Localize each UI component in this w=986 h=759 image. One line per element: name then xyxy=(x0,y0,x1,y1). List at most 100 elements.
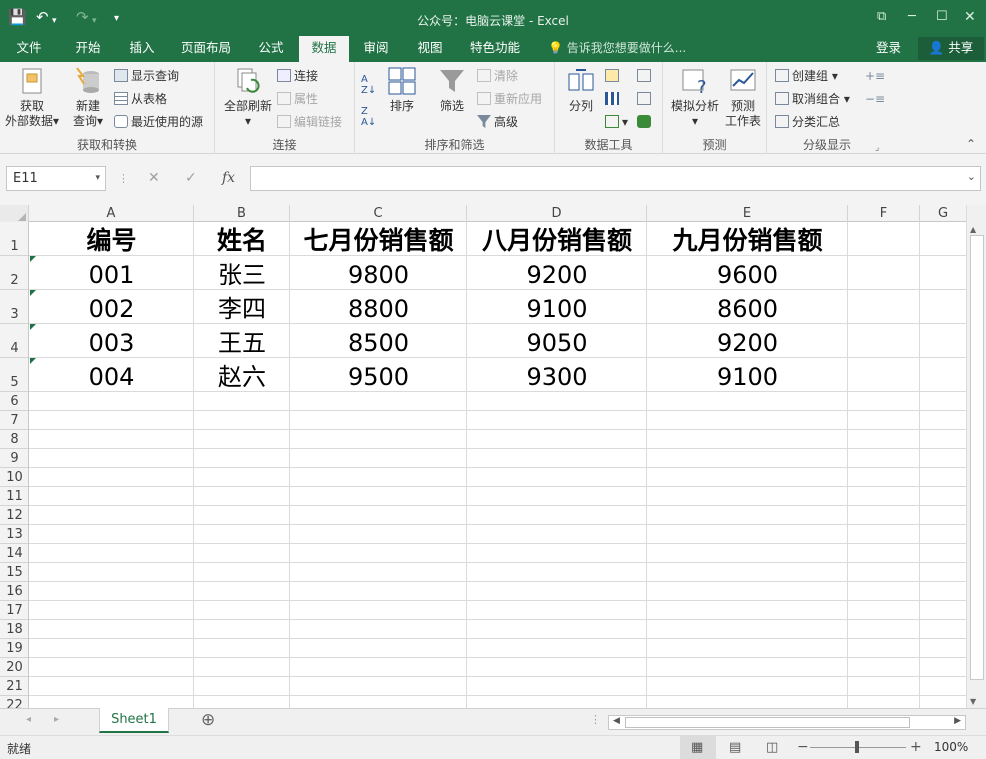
tab-data[interactable]: 数据 xyxy=(299,36,349,62)
cell-c1[interactable]: 七月份销售额 xyxy=(290,222,467,256)
data-validation-icon[interactable]: ▾ xyxy=(605,114,628,130)
expand-formula-bar-icon[interactable]: ⌄ xyxy=(967,170,976,183)
tab-file[interactable]: 文件 xyxy=(4,36,54,62)
row-header-16[interactable]: 16 xyxy=(0,582,28,601)
number-as-text-indicator[interactable] xyxy=(30,290,36,296)
cell-b4[interactable]: 王五 xyxy=(194,324,290,358)
subtotal-button[interactable]: 分类汇总 xyxy=(775,114,840,130)
ungroup-button[interactable]: 取消组合 ▾ xyxy=(775,91,850,107)
tab-insert[interactable]: 插入 xyxy=(117,36,167,62)
name-box[interactable]: E11 ▾ xyxy=(6,166,106,191)
row-header-18[interactable]: 18 xyxy=(0,620,28,639)
row-header-8[interactable]: 8 xyxy=(0,430,28,449)
cell-c3[interactable]: 8800 xyxy=(290,290,467,324)
zoom-level[interactable]: 100% xyxy=(934,740,968,754)
cell-a1[interactable]: 编号 xyxy=(29,222,194,256)
from-table-button[interactable]: 从表格 xyxy=(114,91,167,107)
row-header-2[interactable]: 2 xyxy=(0,256,28,290)
cell-d3[interactable]: 9100 xyxy=(467,290,647,324)
row-header-4[interactable]: 4 xyxy=(0,324,28,358)
cell-d2[interactable]: 9200 xyxy=(467,256,647,290)
cell-d4[interactable]: 9050 xyxy=(467,324,647,358)
row-header-1[interactable]: 1 xyxy=(0,222,28,256)
consolidate-icon[interactable] xyxy=(637,68,654,84)
relationships-icon[interactable] xyxy=(637,91,654,107)
cell-b2[interactable]: 张三 xyxy=(194,256,290,290)
row-header-15[interactable]: 15 xyxy=(0,563,28,582)
scroll-right-arrow-icon[interactable]: ▶ xyxy=(954,716,961,726)
column-header-e[interactable]: E xyxy=(647,205,848,222)
cell-e3[interactable]: 8600 xyxy=(647,290,848,324)
cell-d5[interactable]: 9300 xyxy=(467,358,647,392)
number-as-text-indicator[interactable] xyxy=(30,358,36,364)
advanced-button[interactable]: 高级 xyxy=(477,114,518,130)
manage-data-model-icon[interactable] xyxy=(637,114,654,130)
cell-a3[interactable]: 002 xyxy=(29,290,194,324)
share-button[interactable]: 👤 共享 xyxy=(918,37,984,60)
column-header-d[interactable]: D xyxy=(467,205,647,222)
scroll-splitter-icon[interactable]: ⋮ xyxy=(590,713,601,726)
cell-c5[interactable]: 9500 xyxy=(290,358,467,392)
row-header-3[interactable]: 3 xyxy=(0,290,28,324)
sheet-next-icon[interactable]: ▸ xyxy=(54,714,59,725)
minimize-icon[interactable]: ─ xyxy=(908,9,916,25)
row-header-7[interactable]: 7 xyxy=(0,411,28,430)
cell-d1[interactable]: 八月份销售额 xyxy=(467,222,647,256)
scroll-up-arrow-icon[interactable]: ▲ xyxy=(970,225,976,234)
what-if-analysis-button[interactable]: ? 模拟分析 ▾ xyxy=(667,66,723,129)
ribbon-display-options-icon[interactable]: ⧉ xyxy=(877,9,886,25)
normal-view-button[interactable]: ▦ xyxy=(680,736,716,759)
remove-duplicates-icon[interactable] xyxy=(605,91,622,107)
connections-button[interactable]: 连接 xyxy=(277,68,318,84)
close-icon[interactable]: ✕ xyxy=(964,9,976,25)
cell-a4[interactable]: 003 xyxy=(29,324,194,358)
row-header-6[interactable]: 6 xyxy=(0,392,28,411)
tell-me-box[interactable]: 💡 告诉我您想要做什么... xyxy=(548,36,686,62)
number-as-text-indicator[interactable] xyxy=(30,324,36,330)
zoom-out-button[interactable]: − xyxy=(797,739,809,755)
show-detail-icon[interactable]: +≡ xyxy=(865,68,885,84)
row-header-13[interactable]: 13 xyxy=(0,525,28,544)
page-layout-view-icon[interactable]: ▤ xyxy=(729,740,741,755)
cell-b3[interactable]: 李四 xyxy=(194,290,290,324)
sheet-prev-icon[interactable]: ◂ xyxy=(26,714,31,725)
tab-formulas[interactable]: 公式 xyxy=(248,36,294,62)
sheet-tab-sheet1[interactable]: Sheet1 xyxy=(99,708,169,733)
name-box-dropdown-icon[interactable]: ▾ xyxy=(95,167,100,190)
zoom-slider-thumb[interactable] xyxy=(855,741,859,753)
horizontal-scroll-thumb[interactable] xyxy=(625,717,910,728)
cell-e4[interactable]: 9200 xyxy=(647,324,848,358)
tab-review[interactable]: 审阅 xyxy=(353,36,399,62)
text-to-columns-button[interactable]: 分列 xyxy=(561,66,601,114)
column-header-f[interactable]: F xyxy=(848,205,920,222)
vertical-scrollbar[interactable]: ▲ ▼ xyxy=(966,205,986,708)
cell-c2[interactable]: 9800 xyxy=(290,256,467,290)
cell-b5[interactable]: 赵六 xyxy=(194,358,290,392)
row-header-11[interactable]: 11 xyxy=(0,487,28,506)
scroll-left-arrow-icon[interactable]: ◀ xyxy=(613,716,620,726)
column-header-g[interactable]: G xyxy=(920,205,966,222)
tab-special-features[interactable]: 特色功能 xyxy=(464,36,526,62)
filter-button[interactable]: 筛选 xyxy=(433,66,471,114)
select-all-corner[interactable] xyxy=(0,205,29,222)
hide-detail-icon[interactable]: −≡ xyxy=(865,91,885,107)
insert-function-icon[interactable]: fx xyxy=(222,170,235,186)
sort-za-icon[interactable]: Z A↓ xyxy=(361,106,376,128)
column-header-b[interactable]: B xyxy=(194,205,290,222)
row-header-9[interactable]: 9 xyxy=(0,449,28,468)
tab-home[interactable]: 开始 xyxy=(63,36,113,62)
row-header-10[interactable]: 10 xyxy=(0,468,28,487)
cell-b1[interactable]: 姓名 xyxy=(194,222,290,256)
vertical-scroll-thumb[interactable] xyxy=(970,235,984,680)
new-query-button[interactable]: 新建 查询▾ xyxy=(66,66,110,129)
login-link[interactable]: 登录 xyxy=(876,36,901,60)
scroll-down-arrow-icon[interactable]: ▼ xyxy=(970,697,976,706)
row-header-12[interactable]: 12 xyxy=(0,506,28,525)
cell-e1[interactable]: 九月份销售额 xyxy=(647,222,848,256)
cell-a2[interactable]: 001 xyxy=(29,256,194,290)
show-queries-button[interactable]: 显示查询 xyxy=(114,68,179,84)
number-as-text-indicator[interactable] xyxy=(30,256,36,262)
maximize-icon[interactable]: ☐ xyxy=(936,9,948,25)
refresh-all-button[interactable]: 全部刷新 ▾ xyxy=(219,66,277,129)
recent-sources-button[interactable]: 最近使用的源 xyxy=(114,114,203,130)
